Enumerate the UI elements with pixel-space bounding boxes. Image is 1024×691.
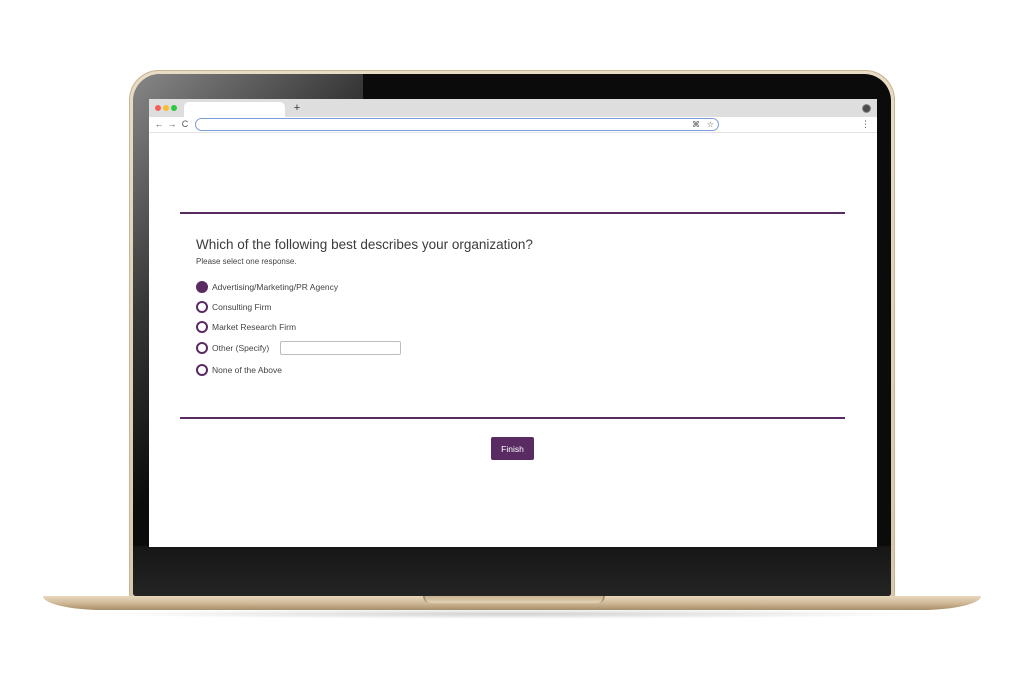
option-advertising-agency[interactable]: Advertising/Marketing/PR Agency xyxy=(196,280,338,294)
laptop-notch xyxy=(423,596,605,603)
address-bar[interactable]: ⌘ ☆ xyxy=(195,118,719,131)
laptop-base xyxy=(43,596,981,610)
radio-icon[interactable] xyxy=(196,301,208,313)
maximize-window-button[interactable] xyxy=(171,105,177,111)
option-consulting-firm[interactable]: Consulting Firm xyxy=(196,300,272,314)
option-label: Other (Specify) xyxy=(212,343,270,353)
close-window-button[interactable] xyxy=(155,105,161,111)
star-icon[interactable]: ☆ xyxy=(707,120,714,130)
radio-selected-icon[interactable] xyxy=(196,281,208,293)
vertical-dots-icon[interactable]: ⋮ xyxy=(861,119,870,130)
option-market-research-firm[interactable]: Market Research Firm xyxy=(196,320,296,334)
option-label: Market Research Firm xyxy=(212,322,297,332)
top-divider xyxy=(180,212,845,214)
option-label: Advertising/Marketing/PR Agency xyxy=(212,282,339,292)
reload-icon[interactable]: C xyxy=(180,118,190,130)
other-specify-input[interactable] xyxy=(280,341,401,355)
browser-tab[interactable] xyxy=(184,102,285,117)
browser-tab-bar: + xyxy=(149,99,877,117)
arrow-right-icon[interactable]: → xyxy=(167,118,177,130)
laptop-shadow xyxy=(90,609,934,619)
radio-icon[interactable] xyxy=(196,364,208,376)
command-icon[interactable]: ⌘ xyxy=(692,120,700,130)
radio-icon[interactable] xyxy=(196,321,208,333)
arrow-left-icon[interactable]: ← xyxy=(154,118,164,130)
option-other-specify[interactable]: Other (Specify) xyxy=(196,341,269,355)
option-label: Consulting Firm xyxy=(212,302,272,312)
bottom-divider xyxy=(180,417,845,419)
finish-button[interactable]: Finish xyxy=(491,437,534,460)
account-icon[interactable] xyxy=(862,104,871,113)
new-tab-button[interactable]: + xyxy=(291,101,303,115)
survey-instruction: Please select one response. xyxy=(196,257,297,266)
bezel-chin xyxy=(133,546,891,596)
radio-icon[interactable] xyxy=(196,342,208,354)
browser-window: + ← → C ⌘ ☆ ⋮ Which of the following bes… xyxy=(149,99,877,547)
browser-toolbar: ← → C ⌘ ☆ ⋮ xyxy=(149,117,877,133)
minimize-window-button[interactable] xyxy=(163,105,169,111)
option-label: None of the Above xyxy=(212,365,282,375)
option-none-of-the-above[interactable]: None of the Above xyxy=(196,363,282,377)
survey-question: Which of the following best describes yo… xyxy=(196,237,533,252)
